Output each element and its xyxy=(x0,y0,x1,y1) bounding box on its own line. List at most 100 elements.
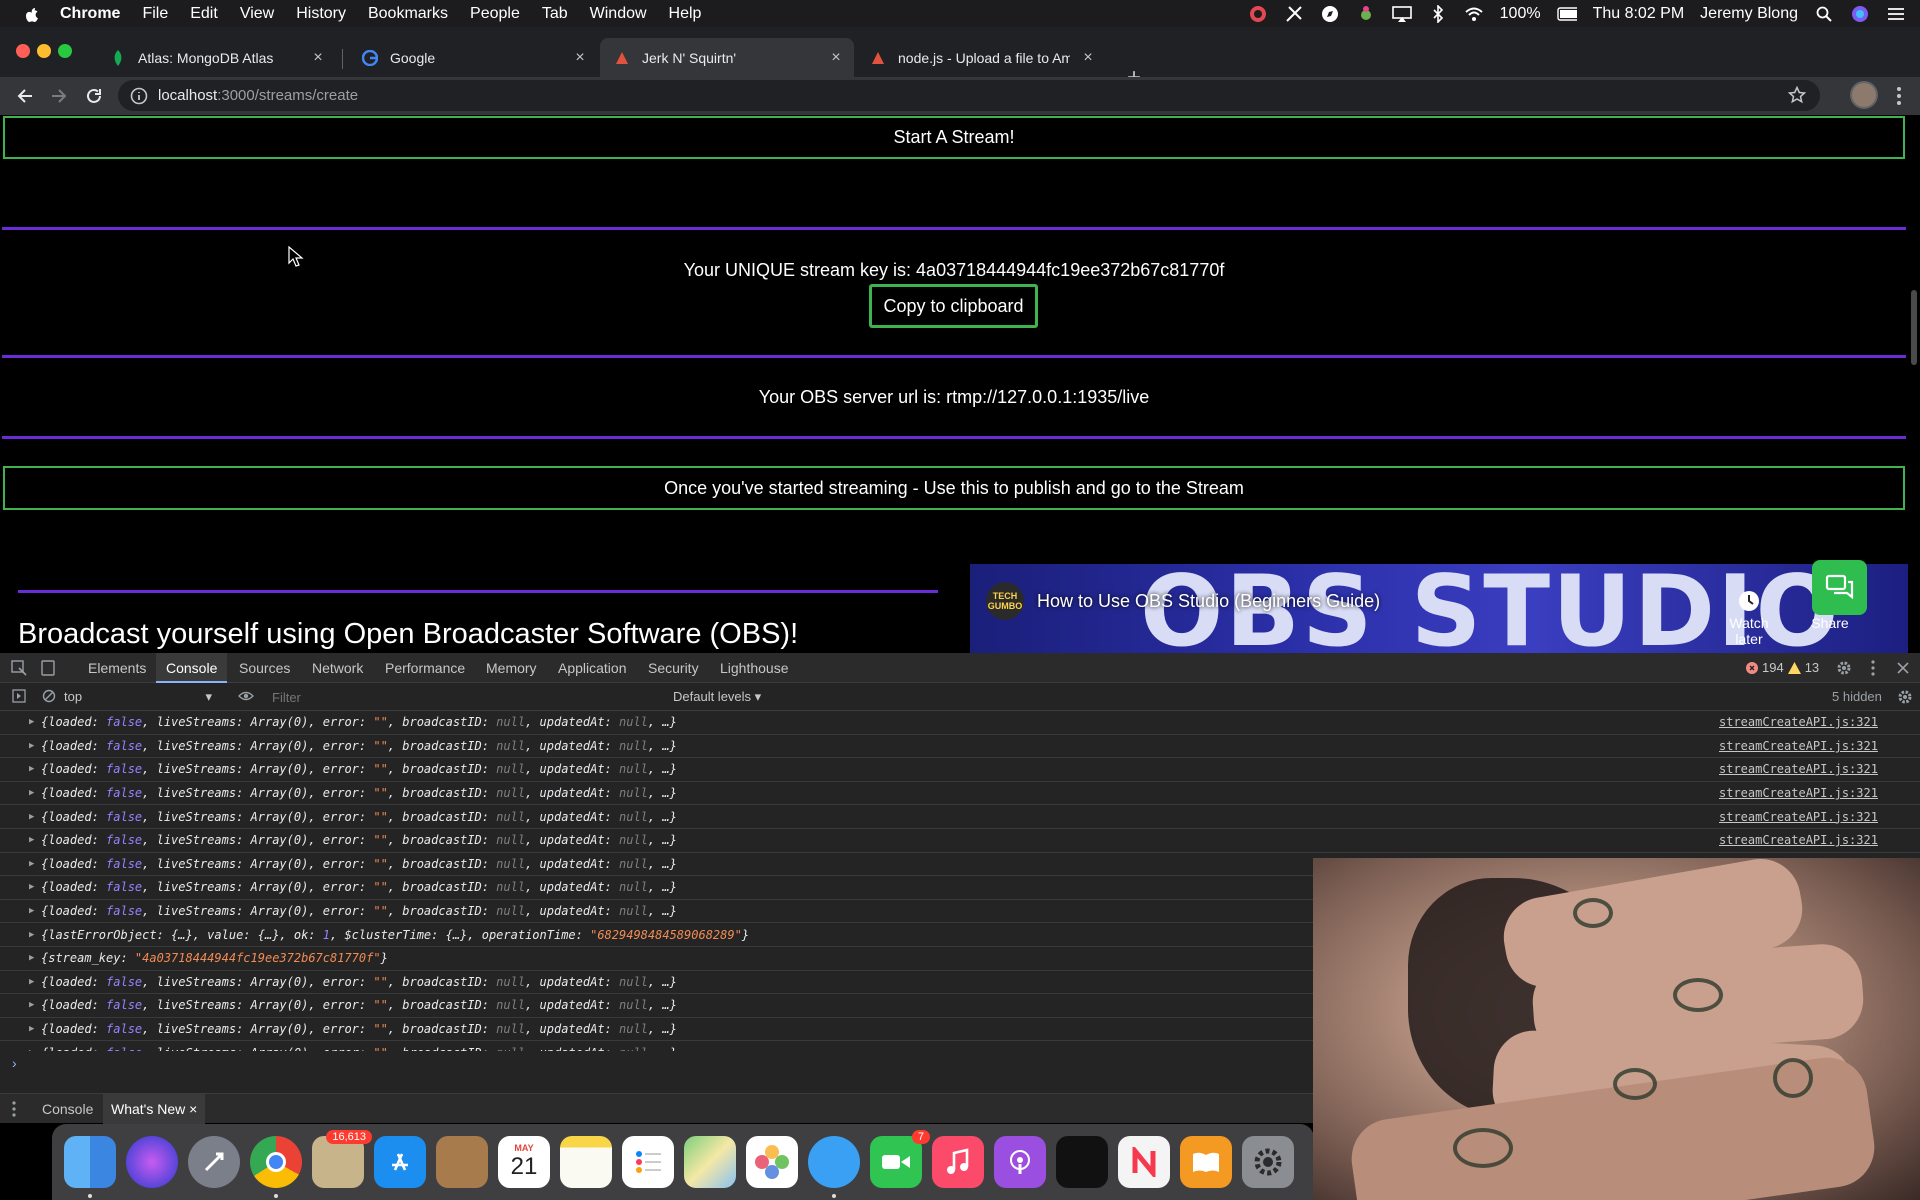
log-source-link[interactable]: streamCreateAPI.js:321 xyxy=(1719,715,1878,729)
tab-jerk-n-squirtn[interactable]: Jerk N' Squirtn' × xyxy=(600,38,854,78)
chrome-dock-icon[interactable] xyxy=(250,1136,302,1198)
messages-icon[interactable] xyxy=(808,1136,860,1198)
inspect-element-icon[interactable] xyxy=(11,653,27,683)
apple-logo-icon[interactable] xyxy=(22,4,42,24)
channel-avatar[interactable]: TECH GUMBO xyxy=(986,582,1024,620)
tab-lighthouse[interactable]: Lighthouse xyxy=(720,653,789,683)
bookmark-star-icon[interactable] xyxy=(1787,85,1807,104)
expand-triangle-icon[interactable]: ▶ xyxy=(29,1000,39,1010)
siri-icon[interactable] xyxy=(1850,4,1870,24)
menu-people[interactable]: People xyxy=(470,5,520,23)
menu-help[interactable]: Help xyxy=(669,5,702,23)
menu-bookmarks[interactable]: Bookmarks xyxy=(368,5,448,23)
embedded-video[interactable]: OBS STUDIO TECH GUMBO How to Use OBS Stu… xyxy=(970,564,1908,653)
log-levels-dropdown[interactable]: Default levels ▾ xyxy=(673,683,761,711)
console-log-row[interactable]: ▶{loaded: false, liveStreams: Array(0), … xyxy=(0,735,1920,759)
clear-console-icon[interactable] xyxy=(42,689,56,706)
contacts-icon[interactable] xyxy=(436,1136,488,1188)
drawer-kebab-icon[interactable] xyxy=(11,1094,17,1124)
sidebar-toggle-icon[interactable] xyxy=(12,689,26,706)
creative-cloud-icon[interactable] xyxy=(1248,4,1268,24)
console-log-row[interactable]: ▶{loaded: false, liveStreams: Array(0), … xyxy=(0,758,1920,782)
expand-triangle-icon[interactable]: ▶ xyxy=(29,977,39,987)
tab-network[interactable]: Network xyxy=(312,653,363,683)
notes-icon[interactable] xyxy=(560,1136,612,1188)
log-source-link[interactable]: streamCreateAPI.js:321 xyxy=(1719,833,1878,847)
menu-edit[interactable]: Edit xyxy=(190,5,218,23)
window-minimize-button[interactable] xyxy=(37,44,51,58)
drawer-tab-console[interactable]: Console xyxy=(42,1094,93,1124)
menubar-clock[interactable]: Thu 8:02 PM xyxy=(1593,5,1685,23)
siri-dock-icon[interactable] xyxy=(126,1136,178,1188)
music-icon[interactable] xyxy=(932,1136,984,1188)
drawer-tab-whats-new[interactable]: What's New × xyxy=(103,1094,206,1124)
menu-view[interactable]: View xyxy=(240,5,274,23)
expand-triangle-icon[interactable]: ▶ xyxy=(29,835,39,845)
window-close-button[interactable] xyxy=(16,44,30,58)
expand-triangle-icon[interactable]: ▶ xyxy=(29,882,39,892)
news-icon[interactable] xyxy=(1118,1136,1170,1188)
reload-icon[interactable] xyxy=(80,82,108,110)
spotlight-search-icon[interactable] xyxy=(1814,4,1834,24)
expand-triangle-icon[interactable]: ▶ xyxy=(29,812,39,822)
menubar-user[interactable]: Jeremy Blong xyxy=(1700,5,1798,23)
menu-app-name[interactable]: Chrome xyxy=(60,5,120,23)
tab-application[interactable]: Application xyxy=(558,653,627,683)
compass-icon[interactable] xyxy=(1320,4,1340,24)
mail-stamp-icon[interactable]: 16,613 xyxy=(312,1130,372,1188)
podcasts-icon[interactable] xyxy=(994,1136,1046,1188)
tab-mongodb-atlas[interactable]: Atlas: MongoDB Atlas × xyxy=(96,38,336,78)
expand-triangle-icon[interactable]: ▶ xyxy=(29,953,39,963)
console-log-row[interactable]: ▶{loaded: false, liveStreams: Array(0), … xyxy=(0,829,1920,853)
devtools-close-icon[interactable] xyxy=(1897,653,1909,683)
expand-triangle-icon[interactable]: ▶ xyxy=(29,859,39,869)
expand-triangle-icon[interactable]: ▶ xyxy=(29,1024,39,1034)
console-settings-gear-icon[interactable] xyxy=(1897,689,1913,708)
tab-close-icon[interactable]: × xyxy=(826,48,846,68)
chrome-menu-kebab-icon[interactable] xyxy=(1890,83,1908,109)
console-log-row[interactable]: ▶{loaded: false, liveStreams: Array(0), … xyxy=(0,805,1920,829)
chat-widget-button[interactable] xyxy=(1812,560,1867,615)
bluetooth-icon[interactable] xyxy=(1428,4,1448,24)
tab-sources[interactable]: Sources xyxy=(239,653,290,683)
tab-memory[interactable]: Memory xyxy=(486,653,537,683)
menu-history[interactable]: History xyxy=(296,5,346,23)
video-title[interactable]: How to Use OBS Studio (Beginners Guide) xyxy=(1037,591,1380,612)
tools-icon[interactable] xyxy=(1284,4,1304,24)
tab-close-icon[interactable]: × xyxy=(308,48,328,68)
bug-icon[interactable] xyxy=(1356,4,1376,24)
notification-center-icon[interactable] xyxy=(1886,4,1906,24)
maps-icon[interactable] xyxy=(684,1136,736,1188)
expand-triangle-icon[interactable]: ▶ xyxy=(29,1048,39,1051)
error-warning-counter[interactable]: 194 13 xyxy=(1746,660,1819,675)
expand-triangle-icon[interactable]: ▶ xyxy=(29,717,39,727)
expand-triangle-icon[interactable]: ▶ xyxy=(29,741,39,751)
site-info-icon[interactable] xyxy=(130,87,148,105)
log-source-link[interactable]: streamCreateAPI.js:321 xyxy=(1719,739,1878,753)
page-scrollbar[interactable] xyxy=(1908,115,1920,653)
calendar-icon[interactable]: MAY 21 xyxy=(498,1136,550,1188)
address-bar[interactable]: localhost:3000/streams/create xyxy=(118,80,1820,111)
tab-close-icon[interactable]: × xyxy=(1078,48,1098,68)
log-source-link[interactable]: streamCreateAPI.js:321 xyxy=(1719,786,1878,800)
publish-go-to-stream-button[interactable]: Once you've started streaming - Use this… xyxy=(3,466,1905,510)
devtools-kebab-icon[interactable] xyxy=(1870,653,1876,683)
apple-tv-icon[interactable] xyxy=(1056,1136,1108,1188)
menu-tab[interactable]: Tab xyxy=(542,5,568,23)
tab-elements[interactable]: Elements xyxy=(88,653,146,683)
wifi-icon[interactable] xyxy=(1464,4,1484,24)
launchpad-rocket-icon[interactable] xyxy=(188,1136,240,1188)
forward-arrow-icon[interactable] xyxy=(45,82,73,110)
eye-icon[interactable] xyxy=(238,689,254,706)
watch-later-button[interactable]: Watch later xyxy=(1714,590,1784,647)
log-source-link[interactable]: streamCreateAPI.js:321 xyxy=(1719,762,1878,776)
expand-triangle-icon[interactable]: ▶ xyxy=(29,788,39,798)
back-arrow-icon[interactable] xyxy=(11,82,39,110)
photos-icon[interactable] xyxy=(746,1136,798,1188)
tab-console[interactable]: Console xyxy=(156,653,228,683)
profile-avatar[interactable] xyxy=(1850,81,1878,109)
tab-google[interactable]: Google × xyxy=(348,38,598,78)
console-filter-input[interactable] xyxy=(272,687,662,707)
scrollbar-thumb[interactable] xyxy=(1911,290,1917,365)
expand-triangle-icon[interactable]: ▶ xyxy=(29,930,39,940)
